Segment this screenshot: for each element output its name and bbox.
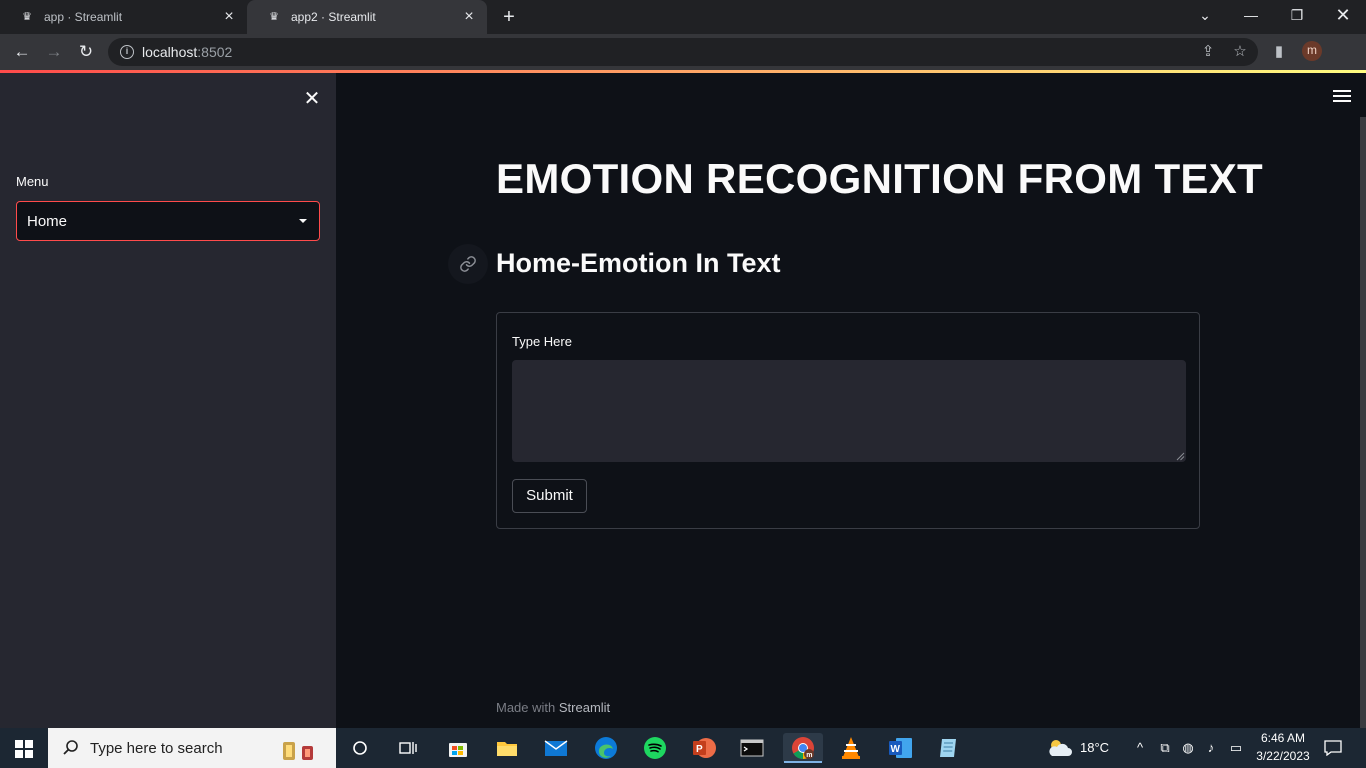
weather-temperature[interactable]: 18°C <box>1080 740 1109 755</box>
browser-tab-app[interactable]: ♛ app · Streamlit × <box>0 0 247 34</box>
main-content: EMOTION RECOGNITION FROM TEXT Home-Emoti… <box>336 73 1366 728</box>
weather-cloudy-icon[interactable] <box>1046 736 1074 760</box>
text-input-area[interactable] <box>512 360 1186 462</box>
url-port: :8502 <box>197 44 233 60</box>
task-view-icon[interactable] <box>393 733 423 763</box>
restore-icon[interactable]: ❐ <box>1274 0 1320 30</box>
menu-select-value: Home <box>27 212 68 230</box>
browser-toolbar: ← → ↻ i localhost:8502 ⇪ ☆ ▮ <box>0 34 1366 70</box>
file-explorer-icon[interactable] <box>492 733 522 763</box>
close-sidebar-icon[interactable]: ✕ <box>300 87 324 111</box>
windows-taskbar: Type here to search P m W 18°C ^ ⧉ ◍ ♪ ▭… <box>0 728 1366 768</box>
battery-icon[interactable]: ▭ <box>1228 740 1244 756</box>
forward-arrow-icon[interactable]: → <box>42 40 66 64</box>
windows-start-icon[interactable] <box>15 740 33 758</box>
svg-text:P: P <box>696 744 703 755</box>
tab-title: app2 · Streamlit <box>291 10 376 24</box>
link-anchor-icon[interactable] <box>448 244 488 284</box>
scrollbar[interactable] <box>1360 117 1366 728</box>
active-app-indicator <box>784 761 822 763</box>
search-icon <box>62 739 80 757</box>
url-host: localhost <box>142 44 198 60</box>
caret-down-icon <box>299 219 307 223</box>
side-panel-icon[interactable]: ▮ <box>1269 42 1289 62</box>
menu-select[interactable]: Home <box>16 201 320 241</box>
network-globe-icon[interactable]: ◍ <box>1180 740 1196 756</box>
footer-streamlit-link[interactable]: Streamlit <box>559 700 610 715</box>
back-arrow-icon[interactable]: ← <box>10 40 34 64</box>
notepad-icon[interactable] <box>933 733 963 763</box>
hamburger-menu-icon[interactable] <box>1333 90 1351 104</box>
clock-date[interactable]: 3/22/2023 <box>1254 749 1312 763</box>
powerpoint-icon[interactable]: P <box>689 733 719 763</box>
svg-text:m: m <box>806 752 812 759</box>
spotify-icon[interactable] <box>640 733 670 763</box>
vlc-icon[interactable] <box>836 733 866 763</box>
meet-now-icon[interactable]: ⧉ <box>1157 740 1173 756</box>
browser-tab-strip: ♛ app · Streamlit × ♛ app2 · Streamlit ×… <box>0 0 1366 34</box>
volume-icon[interactable]: ♪ <box>1203 740 1219 756</box>
svg-text:W: W <box>891 744 901 755</box>
textarea-label: Type Here <box>512 334 572 349</box>
resize-grip-icon[interactable] <box>1176 452 1185 461</box>
profile-avatar[interactable]: m <box>1302 41 1322 61</box>
window-close-icon[interactable]: ✕ <box>1320 0 1366 30</box>
address-bar[interactable]: i localhost:8502 <box>108 38 1258 66</box>
chrome-icon[interactable]: m <box>783 733 823 763</box>
footer: Made with Streamlit <box>496 700 610 715</box>
search-placeholder: Type here to search <box>90 739 223 757</box>
mail-icon[interactable] <box>541 733 571 763</box>
streamlit-crown-icon: ♛ <box>269 11 279 23</box>
footer-prefix: Made with <box>496 700 559 715</box>
word-icon[interactable]: W <box>885 733 915 763</box>
microsoft-store-icon[interactable] <box>443 733 473 763</box>
new-tab-icon[interactable]: + <box>498 6 520 28</box>
emotion-form: Type Here Submit <box>496 312 1200 529</box>
streamlit-crown-icon: ♛ <box>22 11 32 23</box>
lantern-decoration-icon <box>283 742 313 760</box>
share-icon[interactable]: ⇪ <box>1198 42 1218 62</box>
edge-icon[interactable] <box>591 733 621 763</box>
clock-time[interactable]: 6:46 AM <box>1258 731 1308 745</box>
bookmark-star-icon[interactable]: ☆ <box>1230 42 1250 62</box>
minimize-icon[interactable]: — <box>1228 0 1274 30</box>
sidebar: ✕ Menu Home <box>0 73 336 728</box>
browser-tab-app2[interactable]: ♛ app2 · Streamlit × <box>247 0 487 34</box>
terminal-icon[interactable] <box>737 733 767 763</box>
cortana-icon[interactable] <box>345 733 375 763</box>
submit-button[interactable]: Submit <box>512 479 587 513</box>
site-info-icon[interactable]: i <box>120 45 134 59</box>
close-tab-icon[interactable]: × <box>459 8 479 26</box>
tab-title: app · Streamlit <box>44 10 123 24</box>
tab-search-chevron-icon[interactable]: ⌄ <box>1182 0 1228 30</box>
section-subheader: Home-Emotion In Text <box>496 248 781 278</box>
notification-center-icon[interactable] <box>1324 740 1342 757</box>
reload-icon[interactable]: ↻ <box>74 40 98 64</box>
close-tab-icon[interactable]: × <box>219 8 239 26</box>
page-title: EMOTION RECOGNITION FROM TEXT <box>496 155 1264 202</box>
menu-label: Menu <box>16 174 49 189</box>
chevron-up-icon[interactable]: ^ <box>1132 740 1148 756</box>
